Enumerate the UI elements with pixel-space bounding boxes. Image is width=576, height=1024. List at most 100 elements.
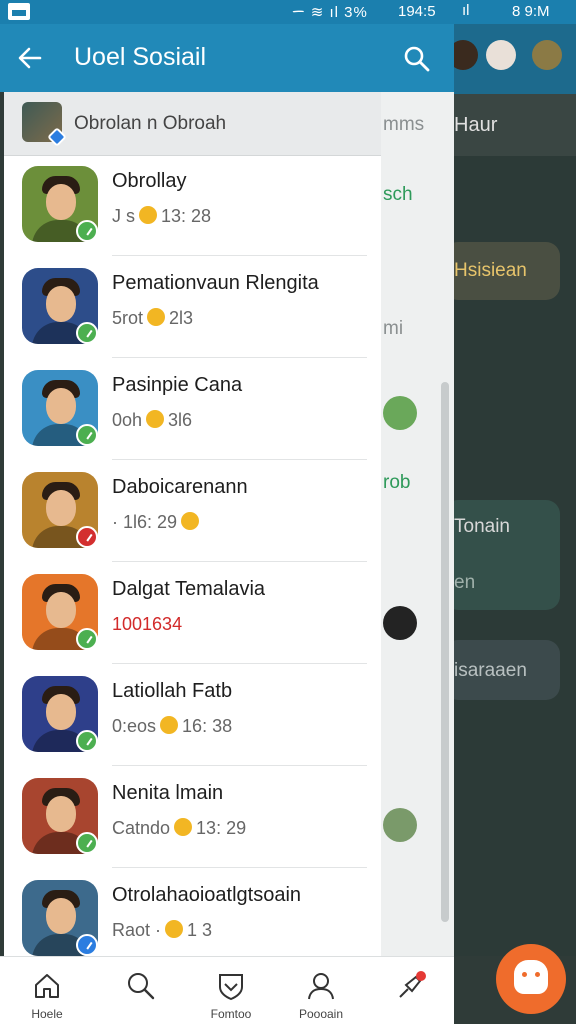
chat-preview-text: J s [112,206,136,226]
group-badge-icon [47,127,67,147]
chat-preview: J s 13: 28 [112,206,211,227]
background-card-text: Hsisiean [454,260,527,281]
background-header-text: Haur [454,114,498,136]
rocket-icon [399,971,426,998]
status-badge-icon [76,220,98,242]
background-card-text: isaraaen [454,660,527,681]
chat-preview-time: 13: 28 [161,206,212,226]
divider [112,867,367,868]
floating-action-button[interactable] [496,944,566,1014]
background-header: Haur [454,94,576,156]
chat-row[interactable]: Latiollah Fatb 0:eos 16: 38 [4,666,381,766]
emoji-icon [147,308,166,326]
group-label: Obrolan n Obroah [74,113,227,134]
status-badge-icon [76,424,98,446]
chat-preview: 0oh 3l6 [112,410,192,431]
chat-preview-text: 0:eos [112,716,157,736]
emoji-icon [181,512,200,530]
avatar-face [46,796,76,832]
avatar-face [46,286,76,322]
drawer-panel: Uoel Sosiail Obrolan n Obroah Obrollay J … [0,0,454,1024]
chat-name: Otrolahaoioatlgtsoain [112,884,302,906]
emoji-icon [160,716,179,734]
home-icon [35,974,59,998]
search-icon [128,973,155,1000]
avatar-face [46,184,76,220]
status-badge-icon [76,730,98,752]
avatar-face [46,898,76,934]
chat-preview-text: Catndo [112,818,171,838]
background-content: Hsisiean Tonain en isaraaen [444,156,576,956]
ghost-icon [514,960,548,994]
chat-preview-time: 1 3 [187,920,213,940]
chat-preview-time: 3l6 [168,410,193,430]
background-avatar [486,40,516,70]
nav-profile-label: Poooain [298,1007,344,1021]
chat-row[interactable]: Pasinpie Cana 0oh 3l6 [4,360,381,460]
chat-preview: Raot · 1 3 [112,920,212,941]
divider [112,255,367,256]
status-icons-right: ıl [462,2,470,19]
status-badge-icon [76,628,98,650]
nav-shield[interactable]: Fomtoo [196,957,266,1024]
divider [112,459,367,460]
group-avatar [22,102,67,147]
app-bar: Uoel Sosiail [0,24,454,92]
avatar-face [46,490,76,526]
emoji-icon [146,410,165,428]
chat-preview-time: 13: 29 [196,818,247,838]
emoji-icon [139,206,158,224]
emoji-icon [174,818,193,836]
chat-row[interactable]: Obrollay J s 13: 28 [4,156,381,256]
nav-search[interactable] [106,957,176,1024]
avatar-face [46,388,76,424]
avatar-face [46,592,76,628]
profile-icon [308,973,334,1000]
app-title: Uoel Sosiail [74,43,207,71]
chat-preview: · 1l6: 29 [112,512,203,533]
nav-profile[interactable]: Poooain [286,957,356,1024]
chat-name: Latiollah Fatb [112,680,233,702]
shield-icon [219,974,243,1001]
chat-name: Obrollay [112,170,187,192]
chat-preview-number: 1001634 [112,614,183,634]
chat-name: Pasinpie Cana [112,374,243,396]
chat-preview-text: 5rot [112,308,144,328]
bottom-nav: Hoele Fomtoo Poooain [0,956,454,1024]
chat-row[interactable]: Otrolahaoioatlgtsoain Raot · 1 3 [4,870,381,956]
background-avatar [532,40,562,70]
search-icon[interactable] [402,44,432,74]
status-badge-icon [76,832,98,854]
status-badge-icon [76,322,98,344]
chat-row[interactable]: Dalgat Temalavia 1001634 [4,564,381,664]
chat-name: Pemationvaun Rlengita [112,272,319,294]
chat-name: Dalgat Temalavia [112,578,266,600]
divider [112,765,367,766]
chat-row[interactable]: Daboicarenann · 1l6: 29 [4,462,381,562]
status-badge-icon [76,934,98,956]
nav-rocket[interactable] [376,957,446,1024]
divider [112,561,367,562]
chat-preview-text: 0oh [112,410,143,430]
chat-preview-text: Raot · [112,920,162,940]
divider [112,357,367,358]
chat-preview-text: · 1l6: 29 [112,512,178,532]
chat-name: Nenita lmain [112,782,224,804]
back-arrow-icon[interactable] [16,44,44,72]
chat-list: Obrollay J s 13: 28 Pemationvaun Rlengita 5r… [4,156,381,956]
nav-home-label: Hoele [31,1007,63,1021]
chat-preview: 1001634 [112,614,182,635]
chat-name: Daboicarenann [112,476,248,498]
nav-home[interactable]: Hoele [12,957,82,1024]
chat-preview: 5rot 2l3 [112,308,193,329]
divider [112,663,367,664]
chat-preview-time: 2l3 [169,308,194,328]
group-row[interactable]: Obrolan n Obroah [4,92,381,156]
avatar-face [46,694,76,730]
chat-preview-time: 16: 38 [182,716,233,736]
chat-preview: Catndo 13: 29 [112,818,246,839]
emoji-icon [165,920,184,938]
chat-row[interactable]: Pemationvaun Rlengita 5rot 2l3 [4,258,381,358]
nav-shield-label: Fomtoo [210,1007,252,1021]
chat-row[interactable]: Nenita lmain Catndo 13: 29 [4,768,381,868]
